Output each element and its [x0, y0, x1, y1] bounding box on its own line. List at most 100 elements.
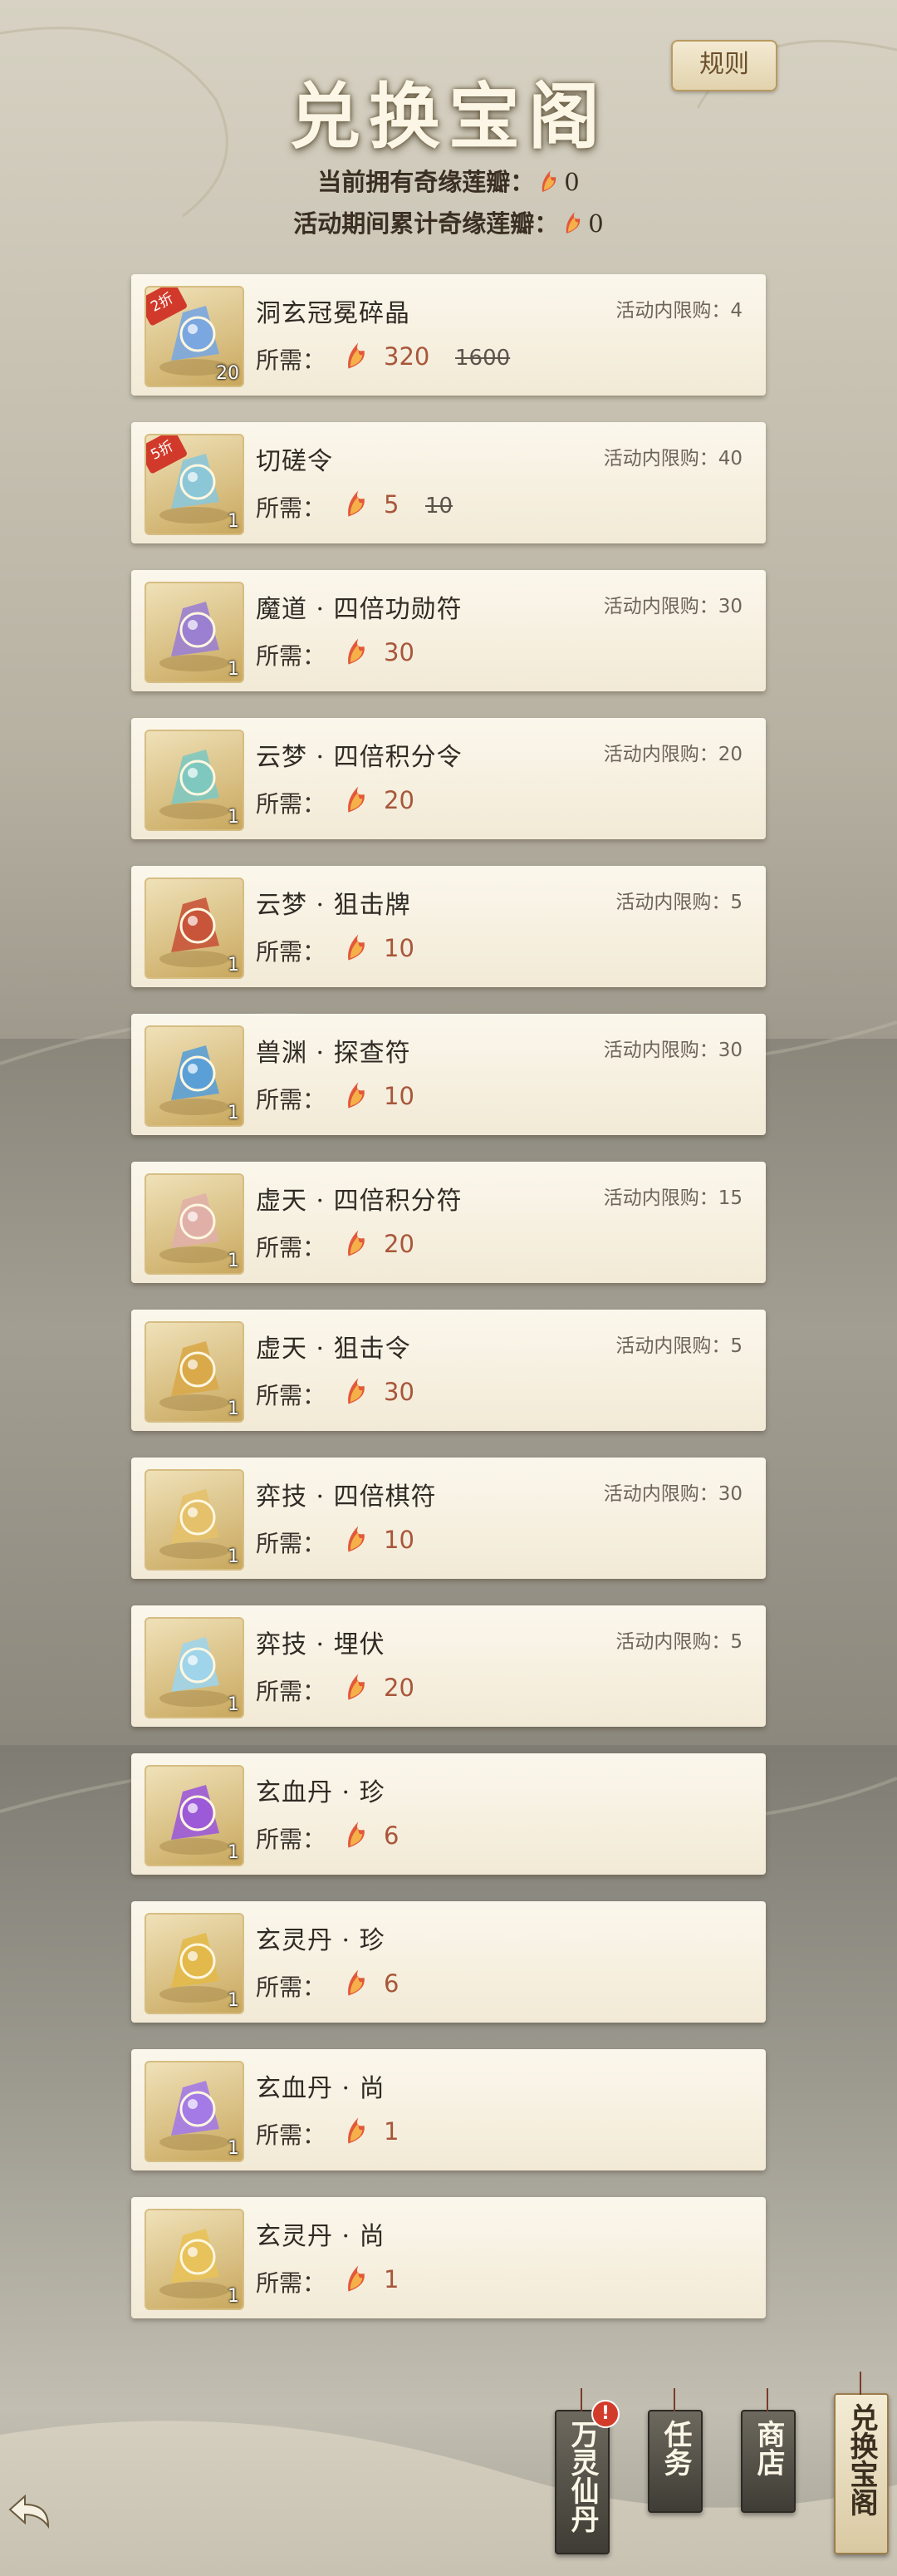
cost-label: 所需： [256, 2121, 326, 2149]
purchase-limit: 活动内限购：30 [603, 1040, 743, 1061]
cost-label: 所需： [256, 642, 326, 670]
accum-petals: 活动期间累计奇缘莲瓣： 0 [0, 204, 897, 241]
item-price: 20 [384, 786, 414, 814]
exchange-item-card[interactable]: 1 玄血丹 · 珍所需： 6 [131, 1753, 766, 1875]
lotus-petal-icon [344, 341, 369, 374]
owned-label: 当前拥有奇缘莲瓣： [317, 168, 535, 196]
item-thumbnail[interactable]: 1 [145, 1469, 244, 1571]
item-thumbnail[interactable]: 2折 20 [145, 286, 244, 387]
item-price: 20 [384, 1674, 414, 1702]
cost-label: 所需： [256, 494, 326, 522]
item-quantity: 1 [228, 511, 239, 532]
item-price: 1 [384, 2265, 399, 2293]
cost-label: 所需： [256, 938, 326, 966]
item-price: 30 [384, 638, 414, 666]
item-name: 虚天 · 狙击令 [256, 1335, 411, 1364]
nav-tab-label: 万灵仙丹 [566, 2420, 599, 2533]
item-price: 10 [384, 1526, 414, 1554]
cost-label: 所需： [256, 790, 326, 818]
purchase-limit: 活动内限购：5 [615, 892, 743, 913]
nav-tab-exchange[interactable]: 兑换宝阁 [834, 2372, 889, 2554]
exchange-item-card[interactable]: 1 云梦 · 狙击牌 活动内限购：5 所需： 10 [131, 866, 766, 987]
purchase-limit: 活动内限购：20 [603, 744, 743, 765]
purchase-limit: 活动内限购：5 [615, 1335, 743, 1357]
item-thumbnail[interactable]: 1 [145, 2209, 244, 2310]
item-thumbnail[interactable]: 1 [145, 1913, 244, 2014]
lotus-petal-icon [539, 169, 559, 199]
item-name: 切磋令 [256, 447, 333, 476]
nav-tab-label: 兑换宝阁 [845, 2403, 878, 2516]
item-thumbnail[interactable]: 1 [145, 730, 244, 831]
item-quantity: 1 [228, 1990, 239, 2011]
lotus-petal-icon [344, 1376, 369, 1409]
lotus-petal-icon [344, 1080, 369, 1113]
cost-label: 所需： [256, 1382, 326, 1409]
purchase-limit: 活动内限购：30 [603, 596, 743, 617]
nav-tab-label: 商店 [752, 2420, 785, 2476]
item-quantity: 1 [228, 659, 239, 680]
item-thumbnail[interactable]: 1 [145, 1617, 244, 1718]
lotus-petal-icon [344, 2264, 369, 2297]
exchange-item-card[interactable]: 1 弈技 · 埋伏 活动内限购：5 所需： 20 [131, 1605, 766, 1727]
item-quantity: 1 [228, 2286, 239, 2307]
item-price: 5 [384, 490, 399, 519]
item-name: 虚天 · 四倍积分符 [256, 1187, 463, 1216]
exchange-item-card[interactable]: 1 虚天 · 狙击令 活动内限购：5 所需： 30 [131, 1310, 766, 1431]
item-thumbnail[interactable]: 1 [145, 1321, 244, 1423]
rules-button[interactable]: 规则 [671, 40, 777, 91]
purchase-limit: 活动内限购：4 [615, 300, 743, 322]
lotus-petal-icon [344, 1968, 369, 2001]
nav-tab-elixir[interactable]: 万灵仙丹 ! [555, 2388, 620, 2554]
item-thumbnail[interactable]: 1 [145, 878, 244, 979]
item-name: 洞玄冠冕碎晶 [256, 299, 410, 328]
cost-label: 所需： [256, 1826, 326, 1853]
accum-value: 0 [588, 209, 604, 238]
item-name: 玄灵丹 · 珍 [256, 1926, 385, 1955]
item-thumbnail[interactable]: 1 [145, 1173, 244, 1275]
exchange-item-card[interactable]: 1 虚天 · 四倍积分符 活动内限购：15 所需： 20 [131, 1162, 766, 1283]
lotus-petal-icon [344, 489, 369, 522]
nav-tab-tasks[interactable]: 任务 [648, 2388, 703, 2513]
exchange-item-card[interactable]: 1 云梦 · 四倍积分令 活动内限购：20 所需： 20 [131, 718, 766, 839]
item-thumbnail[interactable]: 1 [145, 1025, 244, 1127]
lotus-petal-icon [344, 2116, 369, 2149]
item-name: 云梦 · 狙击牌 [256, 891, 411, 920]
purchase-limit: 活动内限购：5 [615, 1631, 743, 1653]
item-quantity: 1 [228, 1694, 239, 1715]
item-price: 6 [384, 1969, 399, 1998]
item-quantity: 1 [228, 955, 239, 976]
item-name: 兽渊 · 探查符 [256, 1039, 411, 1068]
cost-label: 所需： [256, 347, 326, 374]
purchase-limit: 活动内限购：40 [603, 448, 743, 469]
item-thumbnail[interactable]: 1 [145, 582, 244, 683]
exchange-item-card[interactable]: 1 魔道 · 四倍功勋符 活动内限购：30 所需： 30 [131, 570, 766, 691]
item-thumbnail[interactable]: 1 [145, 2061, 244, 2162]
item-price: 6 [384, 1821, 399, 1850]
owned-value: 0 [564, 168, 580, 196]
lotus-petal-icon [344, 784, 369, 818]
item-price: 1 [384, 2117, 399, 2146]
item-quantity: 1 [228, 2138, 239, 2159]
item-thumbnail[interactable]: 5折 1 [145, 434, 244, 535]
exchange-item-card[interactable]: 1 玄血丹 · 尚所需： 1 [131, 2049, 766, 2170]
item-price: 10 [384, 1082, 414, 1110]
exchange-item-card[interactable]: 1 弈技 · 四倍棋符 活动内限购：30 所需： 10 [131, 1458, 766, 1579]
item-name: 弈技 · 四倍棋符 [256, 1482, 437, 1512]
back-arrow-icon[interactable] [7, 2493, 53, 2536]
item-name: 弈技 · 埋伏 [256, 1630, 385, 1659]
item-quantity: 1 [228, 1842, 239, 1863]
exchange-item-card[interactable]: 1 玄灵丹 · 尚所需： 1 [131, 2197, 766, 2318]
cost-label: 所需： [256, 1974, 326, 2001]
exchange-item-card[interactable]: 1 兽渊 · 探查符 活动内限购：30 所需： 10 [131, 1014, 766, 1135]
purchase-limit: 活动内限购：30 [603, 1483, 743, 1505]
item-thumbnail[interactable]: 1 [145, 1765, 244, 1866]
exchange-item-card[interactable]: 2折 20 洞玄冠冕碎晶 活动内限购：4 所需： 320 1600 [131, 274, 766, 396]
item-price: 320 [384, 342, 430, 371]
exchange-item-card[interactable]: 1 玄灵丹 · 珍所需： 6 [131, 1901, 766, 2023]
item-name: 云梦 · 四倍积分令 [256, 743, 463, 772]
nav-tab-shop[interactable]: 商店 [741, 2388, 796, 2513]
exchange-item-card[interactable]: 5折 1 切磋令 活动内限购：40 所需： 5 10 [131, 422, 766, 543]
lotus-petal-icon [563, 210, 583, 241]
item-name: 魔道 · 四倍功勋符 [256, 595, 463, 624]
accum-label: 活动期间累计奇缘莲瓣： [293, 209, 559, 238]
